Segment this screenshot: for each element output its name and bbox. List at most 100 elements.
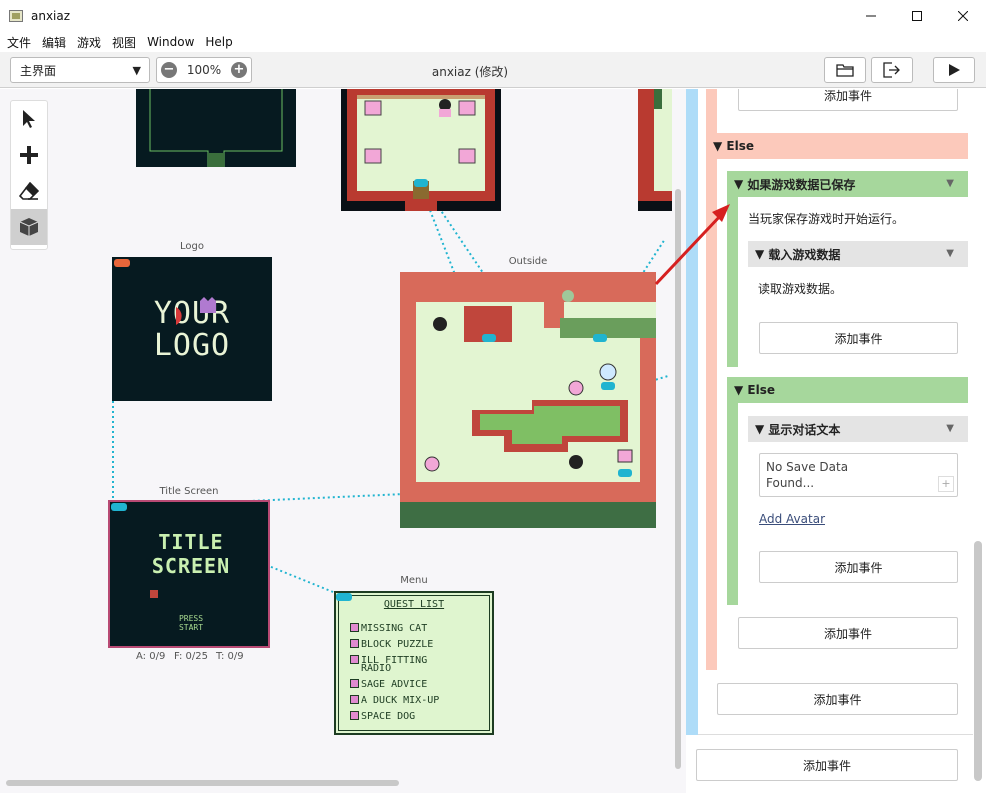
chevron-down-icon[interactable]: ▼ xyxy=(946,423,954,434)
dialog-text-line-2: Found... xyxy=(766,476,815,490)
add-event-button[interactable]: 添加事件 xyxy=(696,749,958,781)
tool-palette xyxy=(10,100,48,250)
else2-rail xyxy=(727,377,738,605)
if-saved-header[interactable]: ▼ 如果游戏数据已保存 ▼ xyxy=(727,171,968,197)
add-event-button[interactable]: 添加事件 xyxy=(759,322,958,354)
scene-label-logo: Logo xyxy=(180,241,204,252)
panel-vertical-scrollbar[interactable] xyxy=(974,541,982,781)
menu-view[interactable]: 视图 xyxy=(112,34,136,51)
canvas-horizontal-scrollbar[interactable] xyxy=(6,780,399,786)
collapse-triangle-icon: ▼ xyxy=(734,177,748,191)
title-screen-line-1: TITLE xyxy=(158,530,224,554)
logo-cat-icon xyxy=(176,297,216,325)
scene-label-menu: Menu xyxy=(400,575,428,586)
title-bar: anxiaz xyxy=(0,0,986,32)
menu-file[interactable]: 文件 xyxy=(7,34,31,51)
window-title: anxiaz xyxy=(31,9,71,23)
chevron-down-icon[interactable]: ▼ xyxy=(946,178,954,189)
open-folder-button[interactable] xyxy=(824,57,866,83)
app-icon xyxy=(9,10,23,22)
maximize-button[interactable] xyxy=(894,0,940,32)
dialog-text-line-1: No Save Data xyxy=(766,460,849,474)
trigger-marker[interactable] xyxy=(482,334,496,342)
plus-icon xyxy=(20,146,38,164)
window-controls xyxy=(848,0,986,32)
document-title: anxiaz (修改) xyxy=(431,65,509,79)
trigger-marker[interactable] xyxy=(593,334,607,342)
minimize-icon xyxy=(866,15,876,17)
cube-icon xyxy=(19,218,39,236)
menu-bar: 文件 编辑 游戏 视图 Window Help xyxy=(0,32,986,52)
scene-menu[interactable]: QUEST LIST MISSING CAT BLOCK PUZZLE ILL … xyxy=(334,591,494,735)
load-data-header[interactable]: ▼ 载入游戏数据 ▼ xyxy=(748,241,968,267)
scene-outside[interactable] xyxy=(400,272,656,528)
if-saved-description: 当玩家保存游戏时开始运行。 xyxy=(748,212,905,226)
toolbar: 主界面 ▼ − 100% + anxiaz (修改) xyxy=(0,52,986,88)
show-dialog-header[interactable]: ▼ 显示对话文本 ▼ xyxy=(748,416,968,442)
scene-top-right[interactable] xyxy=(638,89,672,211)
quest-item: MISSING CAT xyxy=(350,623,427,634)
add-event-button[interactable]: 添加事件 xyxy=(738,89,958,111)
play-icon xyxy=(949,64,960,76)
add-event-button[interactable]: 添加事件 xyxy=(759,551,958,583)
menu-window[interactable]: Window xyxy=(147,35,194,49)
maximize-icon xyxy=(912,11,922,21)
cursor-block xyxy=(150,590,158,598)
scene-top-right-map xyxy=(638,89,672,201)
menu-game[interactable]: 游戏 xyxy=(77,34,101,51)
add-avatar-link[interactable]: Add Avatar xyxy=(759,512,825,526)
add-event-button[interactable]: 添加事件 xyxy=(738,617,958,649)
else-rail xyxy=(706,89,717,670)
quest-item: BLOCK PUZZLE xyxy=(350,639,433,650)
press-start-line-1: PRESS xyxy=(178,614,204,623)
menu-edit[interactable]: 编辑 xyxy=(42,34,66,51)
chevron-down-icon[interactable]: ▼ xyxy=(946,248,954,259)
export-button[interactable] xyxy=(871,57,913,83)
add-line-button[interactable]: + xyxy=(938,476,954,492)
trigger-marker[interactable] xyxy=(111,503,127,511)
eraser-tool[interactable] xyxy=(11,173,47,209)
add-tool[interactable] xyxy=(11,137,47,173)
collapse-triangle-icon: ▼ xyxy=(755,422,769,436)
scene-house-interior[interactable] xyxy=(341,89,501,211)
world-canvas[interactable]: Logo YOUR LOGO Outside Title Screen TITL… xyxy=(0,89,686,793)
quest-item: SPACE DOG xyxy=(350,711,415,722)
collapse-triangle-icon: ▼ xyxy=(713,139,727,153)
collision-tool[interactable] xyxy=(11,209,47,245)
select-tool[interactable] xyxy=(11,101,47,137)
close-button[interactable] xyxy=(940,0,986,32)
scene-outside-map xyxy=(400,272,656,528)
load-data-description: 读取游戏数据。 xyxy=(758,282,843,296)
stat-actors: A: 0/9 xyxy=(136,651,166,662)
quest-item: A DUCK MIX-UP xyxy=(350,695,439,706)
collapse-triangle-icon: ▼ xyxy=(755,247,769,261)
trigger-marker[interactable] xyxy=(414,179,428,187)
canvas-vertical-scrollbar[interactable] xyxy=(675,189,681,769)
scene-label-outside: Outside xyxy=(508,256,548,267)
if-saved-rail xyxy=(727,171,738,367)
scene-logo[interactable]: YOUR LOGO xyxy=(112,257,272,401)
stat-frames: F: 0/25 xyxy=(174,651,208,662)
else-header[interactable]: ▼ Else xyxy=(706,133,968,159)
trigger-marker[interactable] xyxy=(601,382,615,390)
close-icon xyxy=(958,11,968,21)
press-start-line-2: START xyxy=(178,623,204,632)
add-event-button[interactable]: 添加事件 xyxy=(717,683,958,715)
scene-top-left[interactable] xyxy=(136,89,296,167)
blue-rail xyxy=(686,89,698,735)
eraser-icon xyxy=(19,182,39,200)
scene-top-left-map xyxy=(149,89,283,167)
dialog-text-input[interactable]: No Save Data Found... + xyxy=(759,453,958,497)
collapse-triangle-icon: ▼ xyxy=(734,383,748,397)
else-header[interactable]: ▼ Else xyxy=(727,377,968,403)
minimize-button[interactable] xyxy=(848,0,894,32)
scene-title-screen[interactable]: TITLE SCREEN PRESS START xyxy=(108,500,270,648)
folder-icon xyxy=(836,64,854,77)
quest-item-continuation: RADIO xyxy=(361,663,392,674)
play-button[interactable] xyxy=(933,57,975,83)
menu-help[interactable]: Help xyxy=(205,35,232,49)
stat-triggers: T: 0/9 xyxy=(216,651,244,662)
trigger-marker[interactable] xyxy=(618,469,632,477)
quest-item: SAGE ADVICE xyxy=(350,679,427,690)
script-panel: 添加事件 ▼ Else ▼ 如果游戏数据已保存 ▼ 当玩家保存游戏时开始运行。 … xyxy=(686,89,986,793)
